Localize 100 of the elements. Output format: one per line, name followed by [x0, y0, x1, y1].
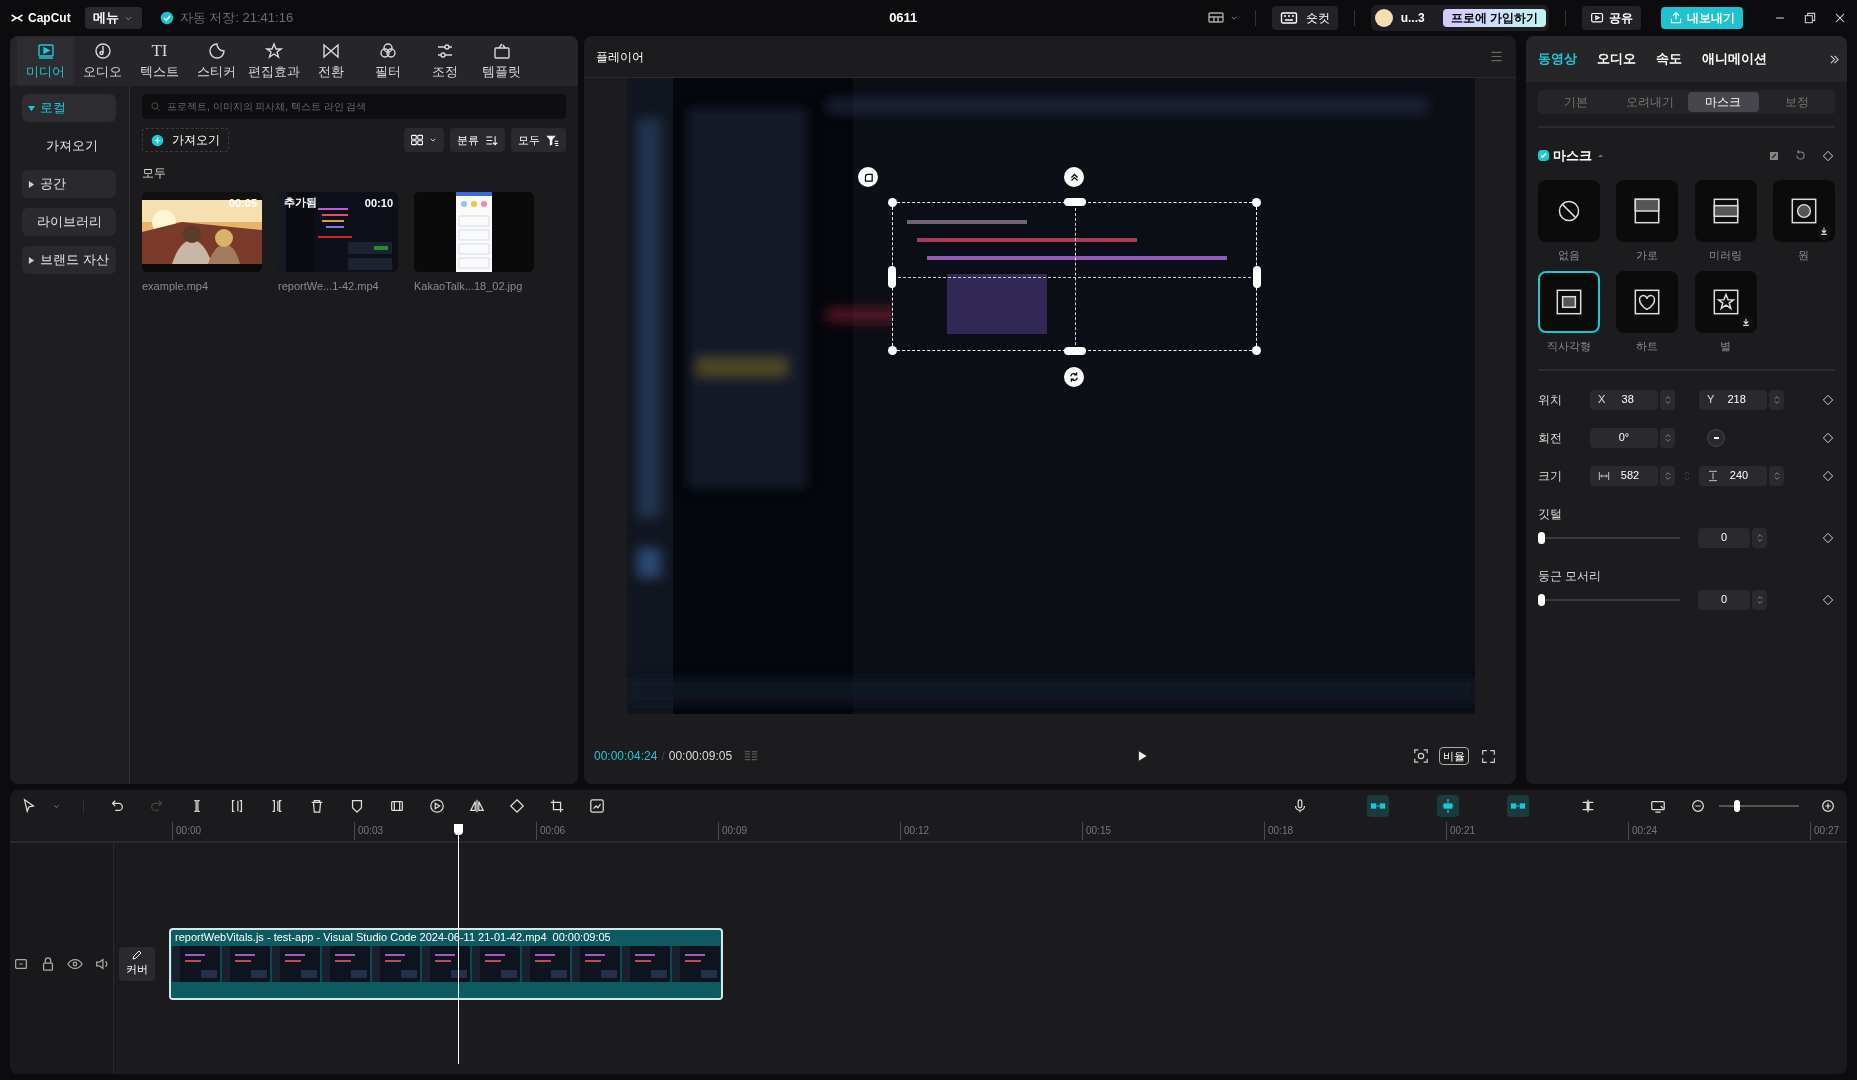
stepper-button[interactable] — [1769, 389, 1784, 410]
resize-handle[interactable] — [1252, 346, 1261, 355]
stepper-button[interactable] — [1752, 527, 1767, 548]
resize-handle[interactable] — [1253, 266, 1261, 288]
current-time: 00:00:04:24 — [594, 748, 658, 765]
sidebar-subitem[interactable]: 가져오기 — [22, 132, 116, 160]
zoom-slider-track[interactable] — [1719, 800, 1799, 812]
sidebar-item[interactable]: 브랜드 자산 — [22, 246, 116, 274]
sub-tab[interactable]: 마스크 — [1687, 92, 1760, 112]
import-button[interactable]: 가져오기 — [142, 128, 229, 152]
filter-button[interactable]: 모두 — [511, 128, 566, 152]
keyframe-button[interactable] — [1821, 592, 1835, 607]
media-tab[interactable]: 필터 — [359, 37, 416, 85]
ruler-label: 00:12 — [904, 825, 930, 836]
slider-track[interactable] — [1538, 531, 1680, 544]
inspector-tab[interactable]: 오디오 — [1587, 36, 1646, 82]
media-tab[interactable]: 전환 — [302, 37, 359, 85]
shortcuts-button[interactable]: 숏컷 — [1271, 6, 1338, 30]
media-file-name: example.mp4 — [142, 279, 210, 294]
sidebar-item[interactable]: 라이브러리 — [22, 208, 116, 236]
value-field[interactable]: 0 — [1698, 589, 1750, 610]
media-tab[interactable]: 편집효과 — [245, 37, 302, 85]
menu-button[interactable]: 메뉴 — [84, 7, 142, 29]
stepper-button[interactable] — [1660, 465, 1675, 486]
sub-tab[interactable]: 기본 — [1540, 92, 1612, 112]
view-toggle-button[interactable] — [404, 128, 444, 152]
mask-shape-option[interactable] — [1538, 271, 1600, 333]
mask-shape-option[interactable] — [1616, 179, 1679, 242]
close-button[interactable] — [1833, 11, 1847, 25]
crop-icon — [549, 798, 565, 814]
project-title: 0611 — [889, 9, 918, 28]
sidebar-item[interactable]: 공간 — [22, 170, 116, 198]
share-button[interactable]: 공유 — [1582, 6, 1641, 30]
sub-tab[interactable]: 보정 — [1761, 92, 1833, 112]
mask-shape-option[interactable] — [1538, 179, 1600, 242]
diamond-icon — [1822, 393, 1834, 406]
keyframe-button[interactable] — [1821, 468, 1835, 483]
cover-button[interactable]: 커버 — [119, 946, 155, 981]
redo-icon — [149, 798, 165, 814]
mask-shape-label: 없음 — [1558, 247, 1580, 263]
slider-thumb[interactable] — [1538, 593, 1545, 606]
width-field[interactable]: 582 — [1590, 465, 1658, 486]
restore-button[interactable] — [1803, 11, 1817, 25]
media-tab[interactable]: 템플릿 — [473, 37, 530, 85]
rotation-dial[interactable] — [1707, 428, 1725, 447]
invert-mask-button[interactable] — [1768, 149, 1780, 162]
keyframe-button[interactable] — [1821, 530, 1835, 545]
stepper-button[interactable] — [1769, 465, 1784, 486]
value-field[interactable]: 0 — [1698, 527, 1750, 548]
user-name: u...3 — [1400, 10, 1425, 27]
inspector-tab[interactable]: 동영상 — [1528, 36, 1587, 82]
height-field[interactable]: 240 — [1699, 465, 1767, 486]
keyframe-button[interactable] — [1821, 148, 1835, 163]
autosave-status: 자동 저장: 21:41:16 — [179, 9, 294, 28]
resize-handle[interactable] — [1252, 198, 1261, 207]
keyframe-button[interactable] — [1821, 392, 1835, 407]
resize-handle[interactable] — [888, 266, 896, 288]
menu-button[interactable] — [1489, 49, 1504, 64]
media-tab[interactable]: TI 텍스트 — [131, 37, 188, 85]
media-tab[interactable]: 조정 — [416, 37, 473, 85]
mask-shape-option[interactable] — [1694, 271, 1757, 333]
resize-handle[interactable] — [888, 198, 897, 207]
fullscreen-button[interactable] — [1481, 748, 1496, 764]
stepper-button[interactable] — [1660, 427, 1675, 448]
media-tab[interactable]: 오디오 — [74, 37, 131, 85]
sort-button[interactable]: 분류 — [450, 128, 505, 152]
auto-snap-icon — [1440, 798, 1456, 814]
added-label: 추가됨 — [284, 195, 317, 210]
resize-handle[interactable] — [1064, 198, 1086, 206]
diamond-icon — [1822, 469, 1834, 482]
ratio-button[interactable]: 비율 — [1439, 747, 1469, 765]
account-pill[interactable]: u...3 프로에 가입하기 — [1370, 5, 1549, 31]
mask-shape-option[interactable] — [1694, 179, 1757, 242]
pro-signup-button[interactable]: 프로에 가입하기 — [1442, 9, 1546, 27]
mask-checkbox[interactable] — [1538, 150, 1549, 162]
x-field[interactable]: X 38 — [1590, 389, 1658, 410]
stepper-button[interactable] — [1752, 589, 1767, 610]
reset-button[interactable] — [1794, 149, 1807, 163]
sidebar-item[interactable]: 로컬 — [22, 94, 116, 122]
mask-shape-option[interactable] — [1772, 179, 1835, 242]
media-tab[interactable]: 미디어 — [17, 37, 74, 85]
resize-handle[interactable] — [1064, 347, 1086, 355]
auto-snap-button[interactable] — [1437, 795, 1459, 817]
slider-track[interactable] — [1538, 593, 1680, 606]
rotation-field[interactable]: 0° — [1590, 427, 1658, 448]
download-icon — [1818, 225, 1829, 236]
stepper-button[interactable] — [1660, 389, 1675, 410]
rounded-corner-icon — [862, 171, 874, 183]
inspector-tab[interactable]: 속도 — [1646, 36, 1692, 82]
media-tab[interactable]: 스티커 — [188, 37, 245, 85]
double-chevron-up-icon — [1068, 171, 1080, 183]
y-field[interactable]: Y 218 — [1699, 389, 1767, 410]
keyframe-button[interactable] — [1821, 430, 1835, 445]
inspector-tab[interactable]: 애니메이션 — [1692, 36, 1777, 82]
zoom-slider-thumb[interactable] — [1733, 800, 1740, 812]
screenshot-button[interactable] — [1413, 748, 1429, 764]
property-label: 크기 — [1538, 467, 1563, 485]
resize-handle[interactable] — [888, 346, 897, 355]
mask-shape-option[interactable] — [1616, 271, 1679, 333]
slider-thumb[interactable] — [1538, 531, 1545, 544]
